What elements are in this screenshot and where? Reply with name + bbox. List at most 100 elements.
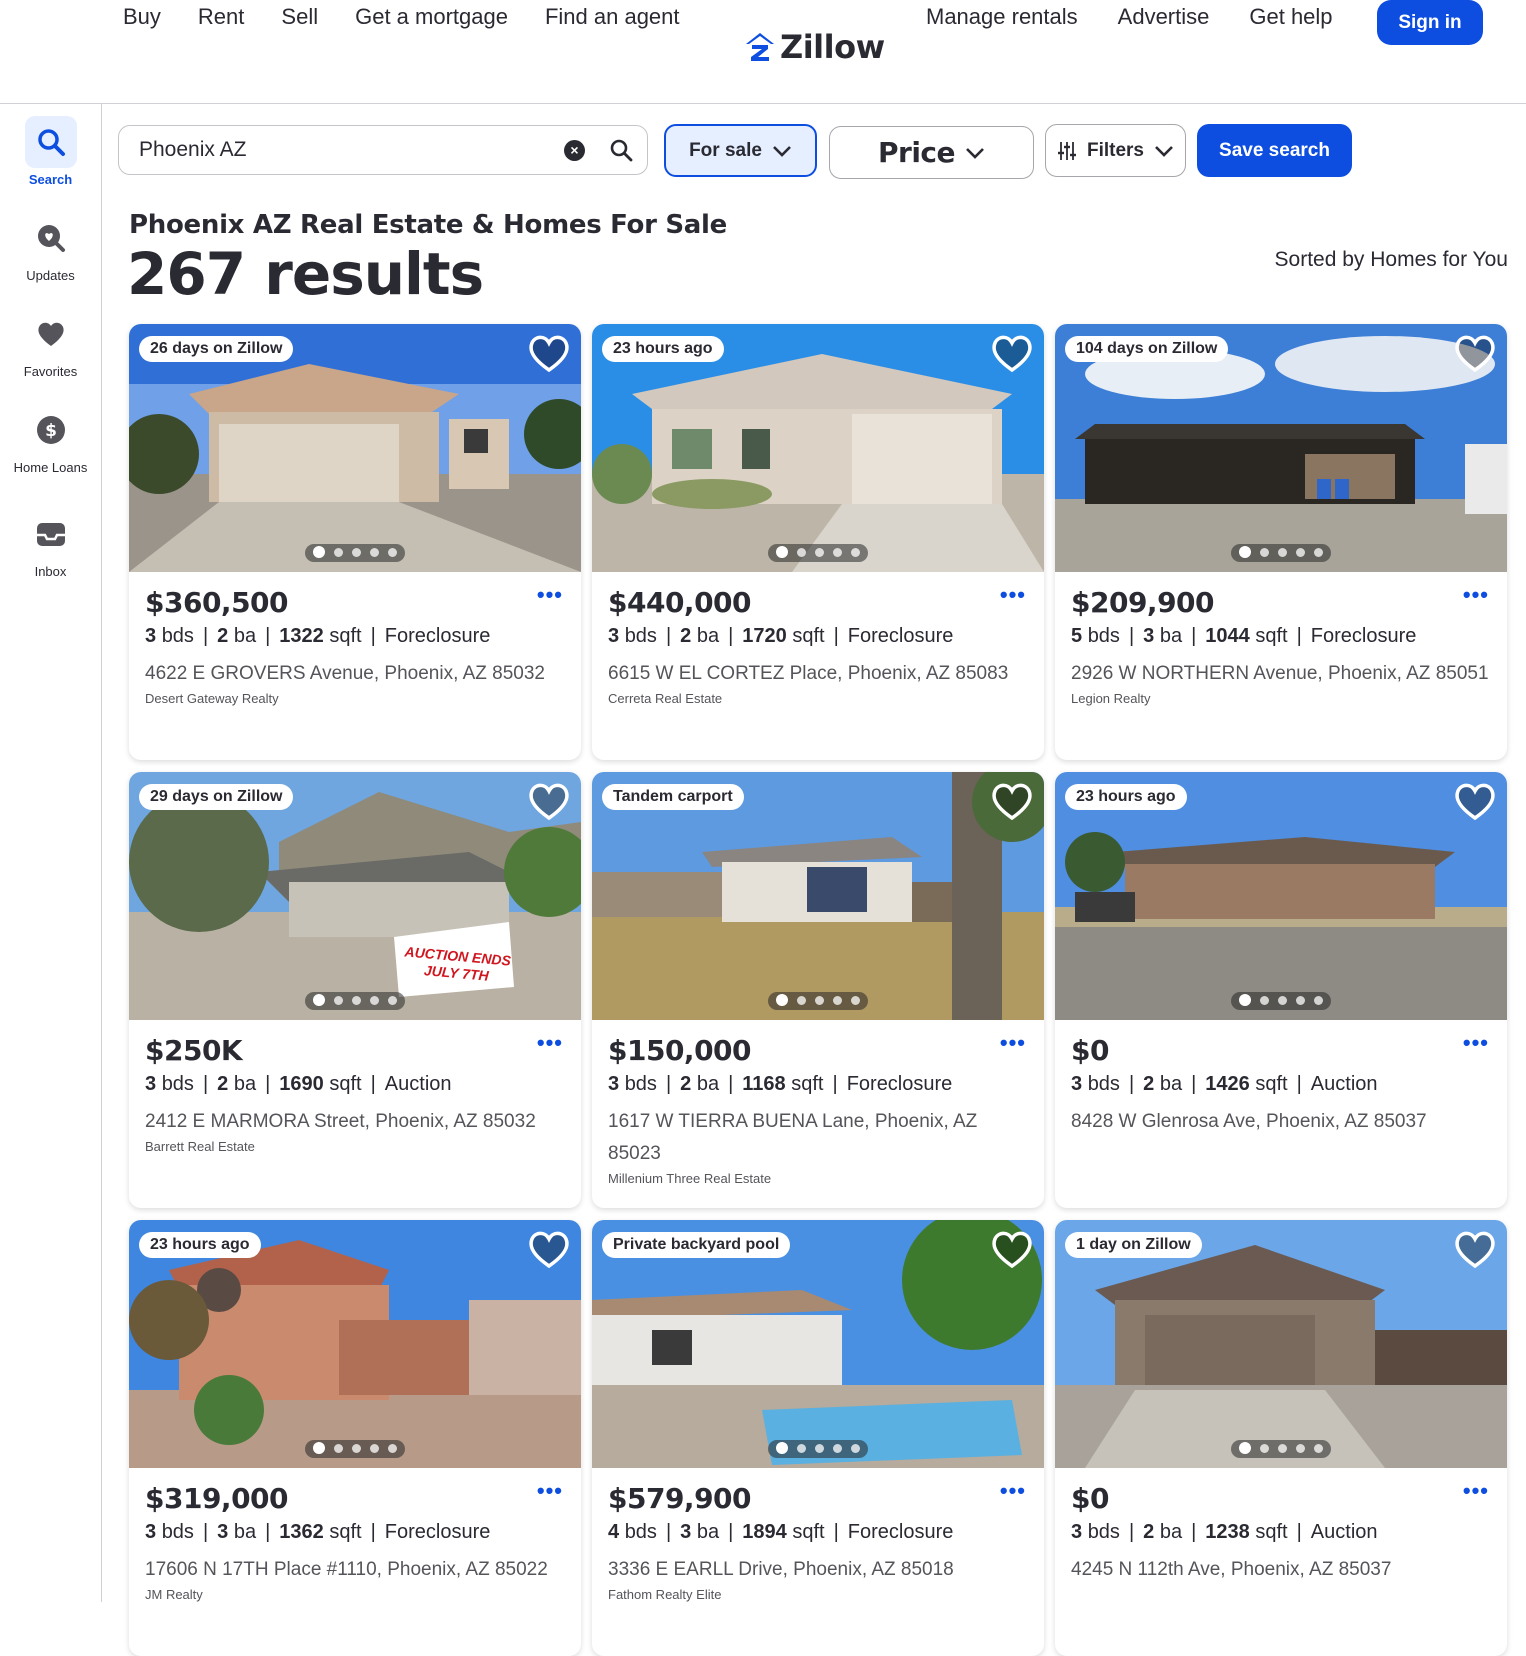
listing-facts: 3 bds | 2 ba | 1720 sqft | Foreclosure — [608, 625, 954, 647]
rail-item-search[interactable]: Search — [0, 116, 101, 187]
sort-dropdown[interactable]: Sorted by Homes for You — [1275, 248, 1508, 272]
rail-item-inbox[interactable]: Inbox — [0, 508, 101, 579]
listing-photo[interactable]: 29 days on Zillow AUCTION ENDS JULY 7TH — [129, 772, 581, 1020]
favorite-heart-icon[interactable] — [527, 334, 571, 379]
rail-label: Inbox — [34, 564, 67, 579]
carousel-dots[interactable] — [1231, 543, 1331, 562]
listing-broker: Millenium Three Real Estate — [608, 1171, 772, 1186]
listing-card[interactable]: 104 days on Zillow $209,900 ••• 5 bds | 3 … — [1055, 324, 1507, 760]
listing-address[interactable]: 6615 W EL CORTEZ Place, Phoenix, AZ 8508… — [608, 658, 1028, 690]
favorite-heart-icon[interactable] — [990, 334, 1034, 379]
favorite-heart-icon[interactable] — [990, 1230, 1034, 1275]
listing-photo[interactable]: Private backyard pool — [592, 1220, 1044, 1468]
nav-advertise[interactable]: Advertise — [1118, 4, 1210, 30]
favorite-heart-icon[interactable] — [1453, 1230, 1497, 1275]
listing-address[interactable]: 4622 E GROVERS Avenue, Phoenix, AZ 85032 — [145, 658, 565, 690]
listing-address[interactable]: 1617 W TIERRA BUENA Lane, Phoenix, AZ 85… — [608, 1106, 1028, 1170]
listing-price: $150,000 — [608, 1034, 752, 1067]
nav-mortgage[interactable]: Get a mortgage — [355, 4, 508, 30]
listing-card[interactable]: 23 hours ago $440,000 ••• 3 bds | 2 ba | 172… — [592, 324, 1044, 760]
listing-address[interactable]: 17606 N 17TH Place #1110, Phoenix, AZ 85… — [145, 1554, 565, 1586]
save-search-button[interactable]: Save search — [1197, 124, 1352, 177]
nav-get-help[interactable]: Get help — [1249, 4, 1332, 30]
zillow-logo[interactable]: Zillow — [744, 28, 885, 66]
listing-badge: 104 days on Zillow — [1065, 336, 1229, 362]
nav-manage-rentals[interactable]: Manage rentals — [926, 4, 1078, 30]
listing-info: $579,900 ••• 4 bds | 3 ba | 1894 sqft | Forecl… — [592, 1468, 1044, 1614]
updates-icon — [25, 212, 77, 264]
search-input[interactable] — [139, 138, 627, 162]
listing-info: $0 ••• 3 bds | 2 ba | 1426 sqft | Auction 8428… — [1055, 1020, 1507, 1151]
nav-sell[interactable]: Sell — [281, 4, 318, 30]
listing-badge: 23 hours ago — [139, 1232, 261, 1258]
more-options-icon[interactable]: ••• — [537, 1478, 563, 1504]
listing-photo[interactable]: 104 days on Zillow — [1055, 324, 1507, 572]
favorite-heart-icon[interactable] — [527, 782, 571, 827]
rail-item-home-loans[interactable]: $ Home Loans — [0, 404, 101, 475]
carousel-dots[interactable] — [305, 991, 405, 1010]
listing-facts: 4 bds | 3 ba | 1894 sqft | Foreclosure — [608, 1521, 954, 1543]
listing-card[interactable]: 1 day on Zillow $0 ••• 3 bds | 2 ba | 1238 s… — [1055, 1220, 1507, 1656]
rail-item-favorites[interactable]: Favorites — [0, 308, 101, 379]
listing-card[interactable]: 26 days on Zillow $360,500 ••• 3 bds | 2 b… — [129, 324, 581, 760]
carousel-dots[interactable] — [768, 991, 868, 1010]
more-options-icon[interactable]: ••• — [1463, 1478, 1489, 1504]
more-options-icon[interactable]: ••• — [1000, 582, 1026, 608]
for-sale-dropdown[interactable]: For sale — [664, 124, 817, 177]
search-icon[interactable] — [609, 138, 633, 167]
clear-icon[interactable]: × — [564, 140, 585, 161]
listing-price: $440,000 — [608, 586, 752, 619]
more-options-icon[interactable]: ••• — [1000, 1478, 1026, 1504]
more-options-icon[interactable]: ••• — [1000, 1030, 1026, 1056]
more-options-icon[interactable]: ••• — [1463, 582, 1489, 608]
listing-address[interactable]: 4245 N 112th Ave, Phoenix, AZ 85037 — [1071, 1554, 1491, 1586]
favorite-heart-icon[interactable] — [1453, 782, 1497, 827]
listing-address[interactable]: 3336 E EARLL Drive, Phoenix, AZ 85018 — [608, 1554, 1028, 1586]
listing-broker: Cerreta Real Estate — [608, 691, 723, 706]
nav-buy[interactable]: Buy — [123, 4, 161, 30]
nav-find-agent[interactable]: Find an agent — [545, 4, 680, 30]
rail-label: Home Loans — [13, 460, 88, 475]
search-box: × — [118, 125, 648, 175]
more-options-icon[interactable]: ••• — [537, 582, 563, 608]
filters-dropdown[interactable]: Filters — [1045, 124, 1186, 177]
listing-card[interactable]: 29 days on Zillow AUCTION ENDS JULY 7TH … — [129, 772, 581, 1208]
listing-card[interactable]: 23 hours ago $319,000 ••• 3 bds | 3 ba | 136… — [129, 1220, 581, 1656]
listing-card[interactable]: Tandem carport $150,000 ••• 3 bds | 2 ba | 1… — [592, 772, 1044, 1208]
listing-photo[interactable]: 26 days on Zillow — [129, 324, 581, 572]
listing-photo[interactable]: Tandem carport — [592, 772, 1044, 1020]
carousel-dots[interactable] — [768, 1439, 868, 1458]
listing-photo[interactable]: 23 hours ago — [592, 324, 1044, 572]
listing-card[interactable]: Private backyard pool $579,900 ••• 4 bds… — [592, 1220, 1044, 1656]
listing-badge: 23 hours ago — [1065, 784, 1187, 810]
favorite-heart-icon[interactable] — [527, 1230, 571, 1275]
more-options-icon[interactable]: ••• — [1463, 1030, 1489, 1056]
carousel-dots[interactable] — [768, 543, 868, 562]
listing-address[interactable]: 2926 W NORTHERN Avenue, Phoenix, AZ 8505… — [1071, 658, 1491, 690]
logo-text: Zillow — [780, 28, 885, 66]
rail-label: Search — [28, 172, 73, 187]
listing-photo[interactable]: 23 hours ago — [1055, 772, 1507, 1020]
listing-facts: 3 bds | 2 ba | 1426 sqft | Auction — [1071, 1073, 1378, 1095]
carousel-dots[interactable] — [305, 543, 405, 562]
dollar-icon: $ — [25, 404, 77, 456]
sign-in-button[interactable]: Sign in — [1377, 0, 1483, 45]
more-options-icon[interactable]: ••• — [537, 1030, 563, 1056]
listing-card[interactable]: 23 hours ago $0 ••• 3 bds | 2 ba | 1426 sqft… — [1055, 772, 1507, 1208]
listing-facts: 5 bds | 3 ba | 1044 sqft | Foreclosure — [1071, 625, 1417, 647]
carousel-dots[interactable] — [1231, 1439, 1331, 1458]
rail-item-updates[interactable]: Updates — [0, 212, 101, 283]
listing-address[interactable]: 8428 W Glenrosa Ave, Phoenix, AZ 85037 — [1071, 1106, 1491, 1138]
price-dropdown[interactable]: Price — [829, 126, 1034, 179]
nav-rent[interactable]: Rent — [198, 4, 244, 30]
left-rail: Search Updates Favorites $ Home Loans In… — [0, 104, 102, 1602]
listing-info: $250K ••• 3 bds | 2 ba | 1690 sqft | Auction 2… — [129, 1020, 581, 1166]
favorite-heart-icon[interactable] — [990, 782, 1034, 827]
listing-photo[interactable]: 23 hours ago — [129, 1220, 581, 1468]
carousel-dots[interactable] — [1231, 991, 1331, 1010]
filters-label: Filters — [1086, 139, 1145, 161]
listing-photo[interactable]: 1 day on Zillow — [1055, 1220, 1507, 1468]
favorite-heart-icon[interactable] — [1453, 334, 1497, 379]
listing-address[interactable]: 2412 E MARMORA Street, Phoenix, AZ 85032 — [145, 1106, 565, 1138]
carousel-dots[interactable] — [305, 1439, 405, 1458]
